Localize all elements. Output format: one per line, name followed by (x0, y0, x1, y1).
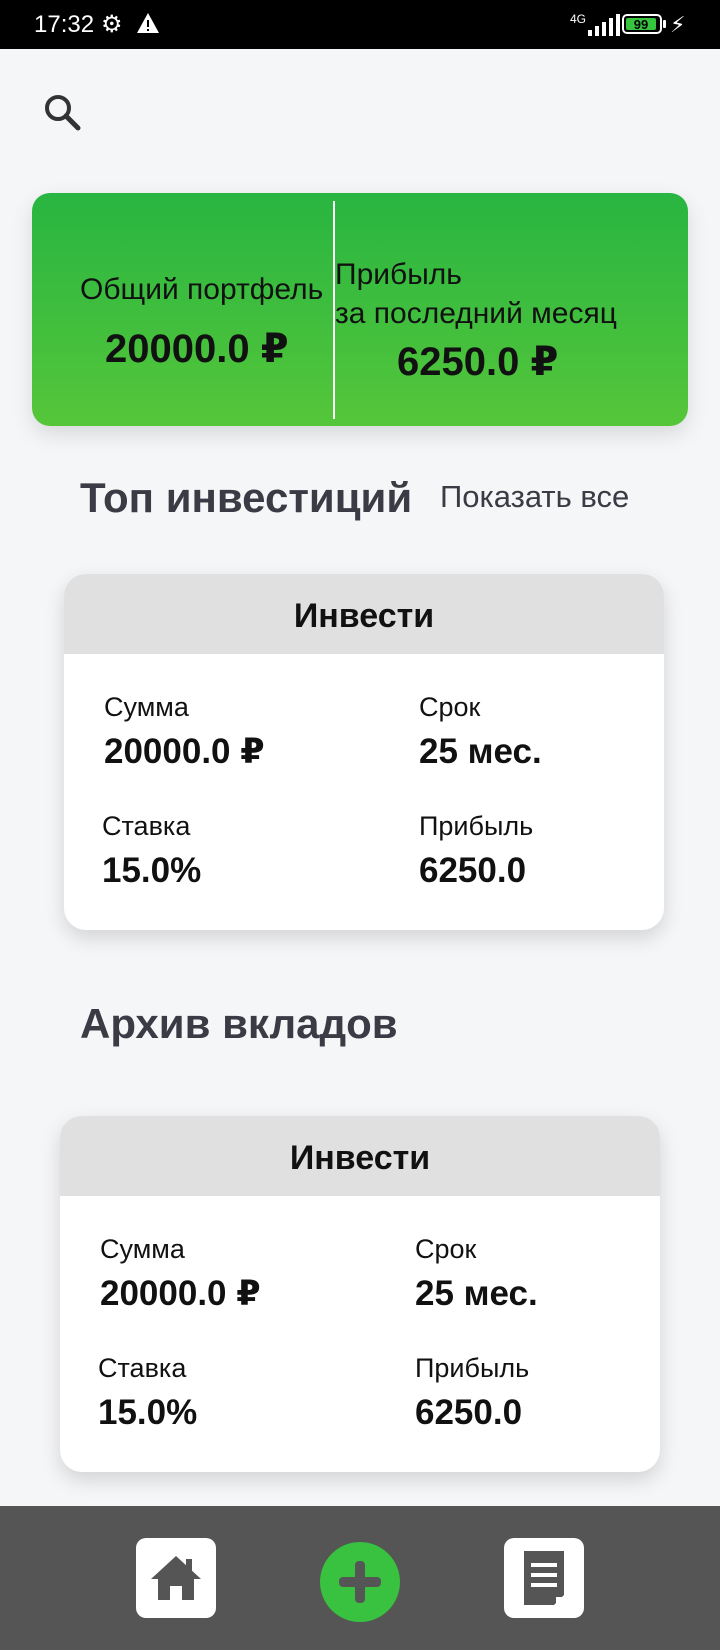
sum-label: Сумма (104, 692, 189, 722)
investment-card[interactable]: Инвести Сумма 20000.0 ₽ Срок 25 мес. Ста… (64, 574, 664, 930)
profit-value: 6250.0 (419, 851, 527, 890)
term-label: Срок (415, 1234, 477, 1264)
add-button[interactable] (320, 1542, 400, 1622)
network-type: 4G (570, 12, 587, 26)
portfolio-label: Общий портфель (80, 273, 324, 306)
warning-icon (136, 12, 160, 41)
home-icon (151, 1556, 201, 1600)
profit-label: Прибыль за последний месяц (335, 255, 617, 333)
profit-label-line2: за последний месяц (335, 297, 617, 330)
profit-value: 6250.0 ₽ (397, 340, 559, 384)
documents-button[interactable] (504, 1538, 584, 1618)
rate-label: Ставка (102, 811, 191, 841)
battery-icon: 99 (622, 14, 666, 34)
top-investments-title: Топ инвестиций (80, 474, 413, 521)
plus-icon (339, 1561, 381, 1603)
show-all-link[interactable]: Показать все (440, 479, 629, 515)
investment-card[interactable]: Инвести Сумма 20000.0 ₽ Срок 25 мес. Ста… (60, 1116, 660, 1472)
status-time: 17:32 (34, 11, 95, 38)
sum-label: Сумма (100, 1234, 185, 1264)
term-value: 25 мес. (415, 1274, 538, 1313)
term-label: Срок (419, 692, 481, 722)
battery-level: 99 (626, 18, 656, 31)
rate-label: Ставка (98, 1353, 187, 1383)
charging-icon: ⚡ (670, 12, 686, 37)
sum-value: 20000.0 ₽ (104, 732, 265, 771)
profit-label: Прибыль (419, 811, 534, 841)
profit-label-line1: Прибыль (335, 258, 462, 291)
sum-value: 20000.0 ₽ (100, 1274, 261, 1313)
portfolio-summary-card: Общий портфель 20000.0 ₽ Прибыль за посл… (32, 193, 688, 426)
bottom-navigation (0, 1506, 720, 1650)
card-title: Инвести (60, 1116, 660, 1196)
archive-title: Архив вкладов (80, 1000, 398, 1047)
signal-icon (588, 14, 620, 36)
card-title: Инвести (64, 574, 664, 654)
profit-value: 6250.0 (415, 1393, 523, 1432)
document-icon (524, 1551, 564, 1605)
rate-value: 15.0% (102, 851, 202, 890)
rate-value: 15.0% (98, 1393, 198, 1432)
home-button[interactable] (136, 1538, 216, 1618)
search-button[interactable] (40, 90, 86, 136)
gear-icon: ⚙ (101, 11, 123, 38)
portfolio-value: 20000.0 ₽ (105, 327, 289, 371)
search-icon (45, 95, 81, 131)
status-bar: 17:32 ⚙ 4G 99 ⚡ (0, 0, 720, 49)
profit-label: Прибыль (415, 1353, 530, 1383)
term-value: 25 мес. (419, 732, 542, 771)
